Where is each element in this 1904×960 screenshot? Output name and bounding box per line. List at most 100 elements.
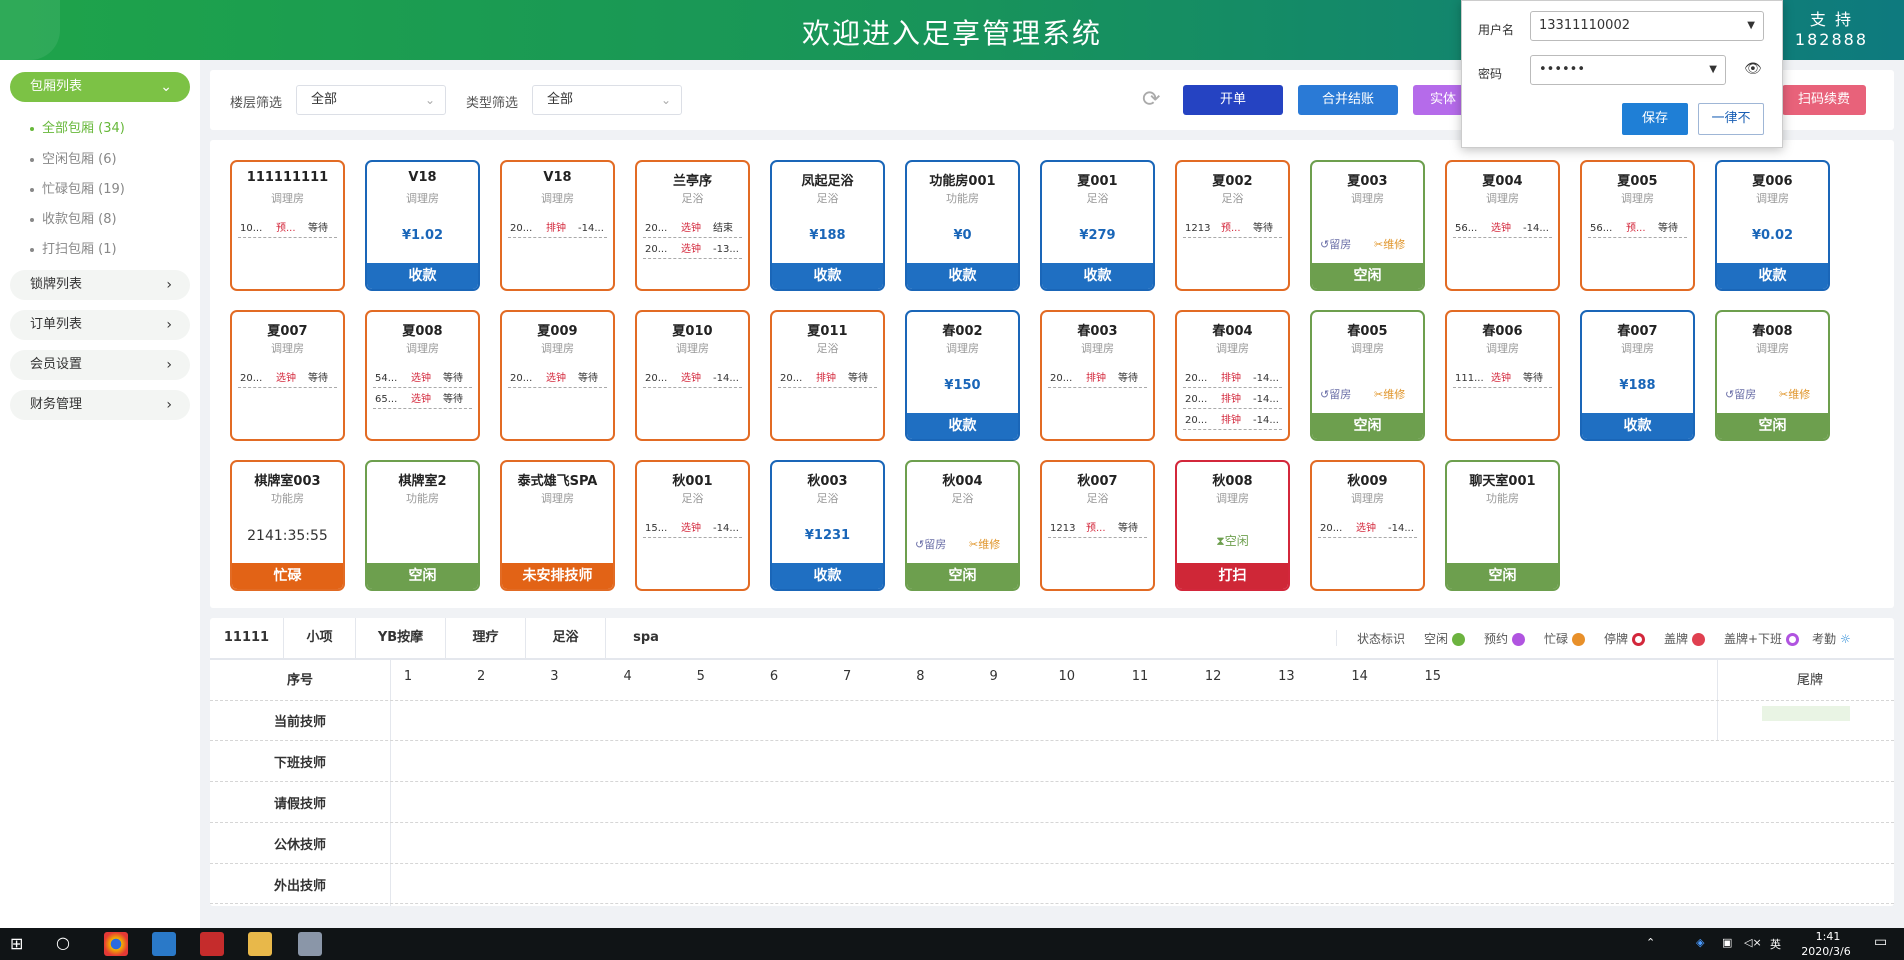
room-card[interactable]: 春005 调理房 ↺留房 ✂维修 空闲 <box>1310 310 1425 441</box>
sidebar-order-list[interactable]: 订单列表 › <box>10 310 190 340</box>
room-card[interactable]: 夏004 调理房 56... 选钟 -14... <box>1445 160 1560 291</box>
room-card[interactable]: 111111111 调理房 10... 预... 等待 <box>230 160 345 291</box>
room-card[interactable]: 春008 调理房 ↺留房 ✂维修 空闲 <box>1715 310 1830 441</box>
tab-spa[interactable]: spa <box>606 618 686 658</box>
room-card[interactable]: 夏007 调理房 20... 选钟 等待 <box>230 310 345 441</box>
room-card[interactable]: 棋牌室003 功能房 2141:35:55 忙碌 <box>230 460 345 591</box>
sidebar-sub-charge[interactable]: 收款包厢 (8) <box>30 208 117 227</box>
sidebar-sub-busy[interactable]: 忙碌包厢 (19) <box>30 178 125 197</box>
floor-filter-select[interactable]: 全部 ⌄ <box>296 85 446 115</box>
room-card[interactable]: 春003 调理房 20... 排钟 等待 <box>1040 310 1155 441</box>
room-card[interactable]: 秋008 调理房 ⧗空闲 打扫 <box>1175 460 1290 591</box>
room-card[interactable]: 夏009 调理房 20... 选钟 等待 <box>500 310 615 441</box>
room-card[interactable]: 秋009 调理房 20... 选钟 -14... <box>1310 460 1425 591</box>
repair-button[interactable]: ✂维修 <box>1374 386 1405 402</box>
app-icon[interactable] <box>200 932 224 956</box>
room-card[interactable]: 春007 调理房 ¥188 收款 <box>1580 310 1695 441</box>
search-circle-icon[interactable]: ○ <box>56 933 70 952</box>
room-card[interactable]: 春006 调理房 111... 选钟 等待 <box>1445 310 1560 441</box>
username-field[interactable]: 13311110002 ▼ <box>1530 11 1764 41</box>
sidebar-member-settings[interactable]: 会员设置 › <box>10 350 190 380</box>
booking-row[interactable]: 54... 选钟 等待 <box>373 370 472 388</box>
room-card[interactable]: 夏011 足浴 20... 排钟 等待 <box>770 310 885 441</box>
room-card[interactable]: 秋007 足浴 1213 预... 等待 <box>1040 460 1155 591</box>
password-field[interactable]: •••••• ▼ <box>1530 55 1726 85</box>
tab-11111[interactable]: 11111 <box>210 618 284 658</box>
repair-button[interactable]: ✂维修 <box>1779 386 1810 402</box>
sidebar-finance[interactable]: 财务管理 › <box>10 390 190 420</box>
room-card[interactable]: 秋001 足浴 15... 选钟 -14... <box>635 460 750 591</box>
remote-desktop-icon[interactable] <box>298 932 322 956</box>
room-card[interactable]: 春004 调理房 20... 排钟 -14... 20... 排钟 -14... 20... 排钟… <box>1175 310 1290 441</box>
volume-icon[interactable]: ◁× <box>1744 936 1762 949</box>
booking-row[interactable]: 1213 预... 等待 <box>1048 520 1147 538</box>
room-card[interactable]: 凤起足浴 足浴 ¥188 收款 <box>770 160 885 291</box>
room-card[interactable]: 夏001 足浴 ¥279 收款 <box>1040 160 1155 291</box>
booking-row[interactable]: 20... 排钟 等待 <box>778 370 877 388</box>
room-card[interactable]: V18 调理房 ¥1.02 收款 <box>365 160 480 291</box>
never-save-button[interactable]: 一律不 <box>1698 103 1764 135</box>
booking-row[interactable]: 10... 预... 等待 <box>238 220 337 238</box>
booking-row[interactable]: 20... 排钟 -14... <box>1183 370 1282 388</box>
room-card[interactable]: 夏006 调理房 ¥0.02 收款 <box>1715 160 1830 291</box>
ime-indicator[interactable]: 英 <box>1770 936 1781 952</box>
room-card[interactable]: 泰式雄飞SPA 调理房 未安排技师 <box>500 460 615 591</box>
merge-checkout-button[interactable]: 合并结账 <box>1298 85 1398 115</box>
room-card[interactable]: 秋004 足浴 ↺留房 ✂维修 空闲 <box>905 460 1020 591</box>
booking-row[interactable]: 56... 选钟 -14... <box>1453 220 1552 238</box>
booking-row[interactable]: 20... 排钟 -14... <box>1183 391 1282 409</box>
room-card[interactable]: 兰亭序 足浴 20... 选钟 结束 20... 选钟 -13... <box>635 160 750 291</box>
open-order-button[interactable]: 开单 <box>1183 85 1283 115</box>
tab-yb-massage[interactable]: YB按摩 <box>356 618 446 658</box>
tab-small-items[interactable]: 小项 <box>284 618 356 658</box>
repair-button[interactable]: ✂维修 <box>1374 236 1405 252</box>
booking-row[interactable]: 111... 选钟 等待 <box>1453 370 1552 388</box>
room-card[interactable]: 秋003 足浴 ¥1231 收款 <box>770 460 885 591</box>
booking-row[interactable]: 56... 预... 等待 <box>1588 220 1687 238</box>
room-card[interactable]: 聊天室001 功能房 空闲 <box>1445 460 1560 591</box>
sidebar-room-list[interactable]: 包厢列表 ⌄ <box>10 72 190 102</box>
keep-room-button[interactable]: ↺留房 <box>1725 386 1756 402</box>
room-card[interactable]: 夏005 调理房 56... 预... 等待 <box>1580 160 1695 291</box>
sidebar-sub-idle[interactable]: 空闲包厢 (6) <box>30 148 117 167</box>
type-filter-select[interactable]: 全部 ⌄ <box>532 85 682 115</box>
room-card[interactable]: 功能房001 功能房 ¥0 收款 <box>905 160 1020 291</box>
booking-row[interactable]: 1213 预... 等待 <box>1183 220 1282 238</box>
save-password-button[interactable]: 保存 <box>1622 103 1688 135</box>
room-card[interactable]: 春002 调理房 ¥150 收款 <box>905 310 1020 441</box>
tab-therapy[interactable]: 理疗 <box>446 618 526 658</box>
room-card[interactable]: 夏002 足浴 1213 预... 等待 <box>1175 160 1290 291</box>
tail-slot[interactable] <box>1762 706 1850 721</box>
booking-row[interactable]: 20... 选钟 等待 <box>508 370 607 388</box>
chrome-icon[interactable] <box>104 932 128 956</box>
tab-foot-bath[interactable]: 足浴 <box>526 618 606 658</box>
booking-row[interactable]: 20... 选钟 -13... <box>643 241 742 259</box>
keep-room-button[interactable]: ↺留房 <box>1320 236 1351 252</box>
booking-row[interactable]: 20... 排钟 -14... <box>1183 412 1282 430</box>
sidebar-sub-all[interactable]: 全部包厢 (34) <box>30 117 125 136</box>
tray-up-icon[interactable]: ⌃ <box>1646 936 1655 949</box>
vscode-icon[interactable] <box>152 932 176 956</box>
booking-row[interactable]: 20... 选钟 -14... <box>643 370 742 388</box>
booking-row[interactable]: 20... 选钟 -14... <box>1318 520 1417 538</box>
keep-room-button[interactable]: ↺留房 <box>1320 386 1351 402</box>
folder-icon[interactable] <box>248 932 272 956</box>
booking-row[interactable]: 15... 选钟 -14... <box>643 520 742 538</box>
booking-row[interactable]: 20... 排钟 -14... <box>508 220 607 238</box>
room-card[interactable]: 夏003 调理房 ↺留房 ✂维修 空闲 <box>1310 160 1425 291</box>
booking-row[interactable]: 20... 选钟 结束 <box>643 220 742 238</box>
sidebar-sub-clean[interactable]: 打扫包厢 (1) <box>30 238 117 257</box>
room-card[interactable]: 夏008 调理房 54... 选钟 等待 65... 选钟 等待 <box>365 310 480 441</box>
network-icon[interactable]: ▣ <box>1722 936 1732 949</box>
eye-icon[interactable]: 👁 <box>1744 61 1762 77</box>
scan-renew-button[interactable]: 扫码续费 <box>1782 85 1866 115</box>
shield-icon[interactable]: ◈ <box>1696 936 1704 949</box>
booking-row[interactable]: 65... 选钟 等待 <box>373 391 472 409</box>
room-card[interactable]: 棋牌室2 功能房 空闲 <box>365 460 480 591</box>
sidebar-lock-list[interactable]: 锁牌列表 › <box>10 270 190 300</box>
room-card[interactable]: 夏010 调理房 20... 选钟 -14... <box>635 310 750 441</box>
windows-start-icon[interactable]: ⊞ <box>10 934 23 953</box>
booking-row[interactable]: 20... 选钟 等待 <box>238 370 337 388</box>
keep-room-button[interactable]: ↺留房 <box>915 536 946 552</box>
booking-row[interactable]: 20... 排钟 等待 <box>1048 370 1147 388</box>
